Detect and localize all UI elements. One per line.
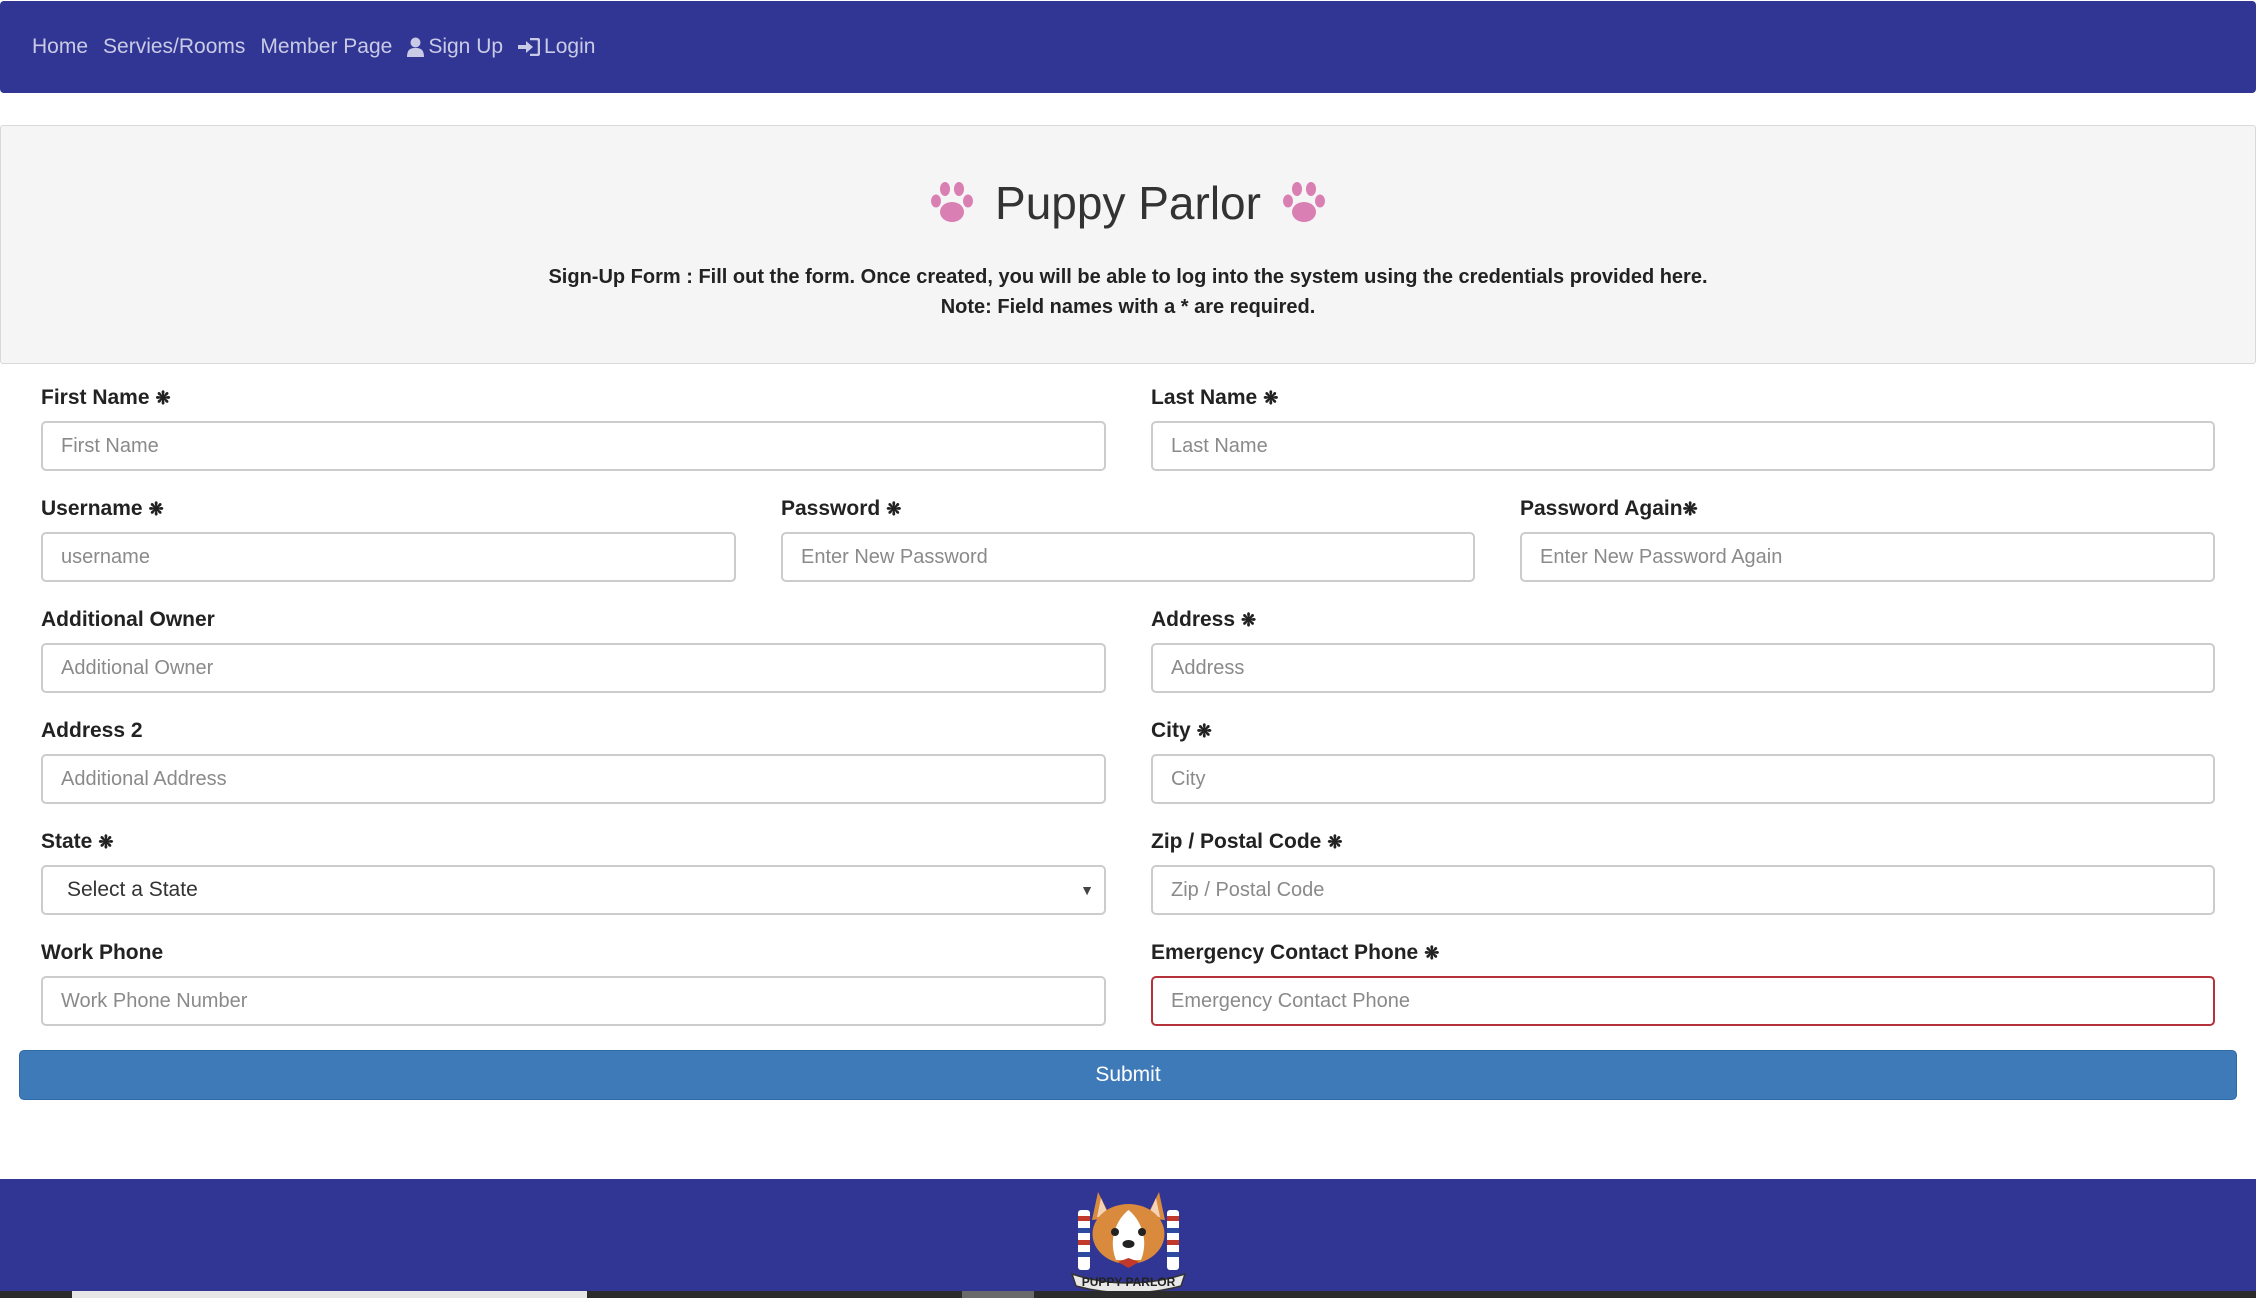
password-group: Password ❋ [781, 494, 1475, 582]
paw-icon [1282, 182, 1325, 222]
work-phone-group: Work Phone [41, 938, 1106, 1026]
username-label: Username ❋ [41, 497, 164, 520]
nav-login-label: Login [544, 35, 596, 58]
first-name-label: First Name ❋ [41, 386, 171, 409]
work-phone-label: Work Phone [41, 941, 164, 964]
city-group: City ❋ [1151, 716, 2215, 804]
additional-owner-label: Additional Owner [41, 608, 215, 631]
required-icon: ❋ [98, 832, 114, 852]
submit-button[interactable]: Submit [19, 1050, 2237, 1100]
required-icon: ❋ [1682, 499, 1698, 519]
address2-label: Address 2 [41, 719, 143, 742]
user-icon [407, 37, 425, 57]
nav-services-link[interactable]: Servies/Rooms [103, 35, 245, 59]
required-icon: ❋ [1327, 832, 1343, 852]
emergency-phone-group: Emergency Contact Phone ❋ [1151, 938, 2215, 1026]
paw-icon [931, 182, 974, 222]
svg-text:PUPPY PARLOR: PUPPY PARLOR [1082, 1275, 1176, 1289]
address2-input[interactable] [41, 754, 1106, 804]
address-group: Address ❋ [1151, 605, 2215, 693]
city-label: City ❋ [1151, 719, 1212, 742]
sign-in-icon [518, 38, 541, 56]
additional-owner-input[interactable] [41, 643, 1106, 693]
state-select[interactable]: Select a State ▼ [41, 865, 1106, 915]
nav-member-label: Member Page [260, 35, 393, 58]
address-label: Address ❋ [1151, 608, 1257, 631]
required-icon: ❋ [155, 388, 171, 408]
strip-segment [72, 1291, 587, 1298]
required-icon: ❋ [1241, 610, 1257, 630]
required-icon: ❋ [148, 499, 164, 519]
password-label: Password ❋ [781, 497, 902, 520]
last-name-group: Last Name ❋ [1151, 383, 2215, 471]
password-input[interactable] [781, 532, 1475, 582]
nav-signup-link[interactable]: Sign Up [407, 35, 503, 59]
form-instructions: Sign-Up Form : Fill out the form. Once c… [1, 262, 2255, 322]
instructions-line-1: Sign-Up Form : Fill out the form. Once c… [548, 266, 1708, 288]
required-icon: ❋ [886, 499, 902, 519]
state-selected-value: Select a State [67, 878, 198, 901]
nav-home-label: Home [32, 35, 89, 58]
instructions-line-2: Note: Field names with a * are required. [940, 296, 1316, 318]
address2-group: Address 2 [41, 716, 1106, 804]
state-group: State ❋ Select a State ▼ [41, 827, 1106, 915]
last-name-label: Last Name ❋ [1151, 386, 1279, 409]
emergency-phone-label: Emergency Contact Phone ❋ [1151, 941, 1440, 964]
password-again-input[interactable] [1520, 532, 2215, 582]
top-navbar: Home Servies/Rooms Member Page Sign Up L… [0, 1, 2256, 93]
caret-down-icon: ▼ [1080, 882, 1094, 898]
required-icon: ❋ [1424, 943, 1440, 963]
signup-header-panel: Puppy Parlor Sign-Up Form : Fill out the… [0, 125, 2256, 364]
password-again-label: Password Again❋ [1520, 497, 1698, 520]
puppy-parlor-logo: PUPPY PARLOR [1070, 1192, 1187, 1293]
state-label: State ❋ [41, 830, 114, 853]
emergency-phone-input[interactable] [1151, 976, 2215, 1026]
strip-segment [962, 1291, 1034, 1298]
city-input[interactable] [1151, 754, 2215, 804]
username-input[interactable] [41, 532, 736, 582]
work-phone-input[interactable] [41, 976, 1106, 1026]
last-name-input[interactable] [1151, 421, 2215, 471]
title-row: Puppy Parlor [1, 168, 2255, 238]
first-name-input[interactable] [41, 421, 1106, 471]
username-group: Username ❋ [41, 494, 736, 582]
zip-input[interactable] [1151, 865, 2215, 915]
page-title: Puppy Parlor [995, 177, 1261, 229]
first-name-group: First Name ❋ [41, 383, 1106, 471]
nav-login-link[interactable]: Login [518, 35, 595, 59]
additional-owner-group: Additional Owner [41, 605, 1106, 693]
browser-bottom-strip [0, 1291, 2256, 1298]
nav-signup-label: Sign Up [428, 35, 504, 58]
nav-home-link[interactable]: Home [32, 35, 88, 59]
password-again-group: Password Again❋ [1520, 494, 2215, 582]
zip-label: Zip / Postal Code ❋ [1151, 830, 1343, 853]
nav-services-label: Servies/Rooms [103, 35, 246, 58]
required-icon: ❋ [1263, 388, 1279, 408]
required-icon: ❋ [1196, 721, 1212, 741]
nav-member-link[interactable]: Member Page [260, 35, 392, 59]
address-input[interactable] [1151, 643, 2215, 693]
zip-group: Zip / Postal Code ❋ [1151, 827, 2215, 915]
